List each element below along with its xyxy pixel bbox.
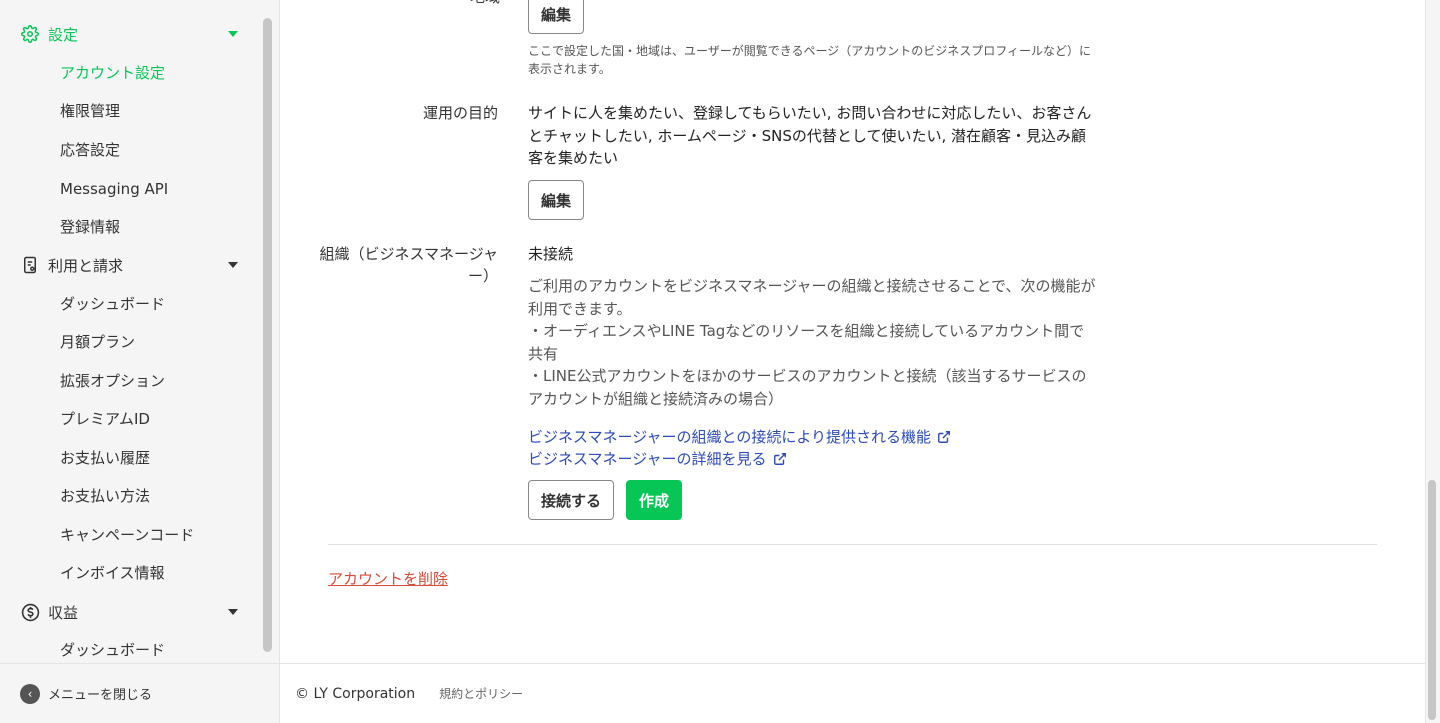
organization-desc-line: ・LINE公式アカウントをほかのサービスのアカウントと接続（該当するサービスのア… [528,367,1087,408]
sidebar-item-campaign-code[interactable]: キャンペーンコード [60,523,194,547]
sidebar-group-revenue[interactable]: 収益 [0,594,262,630]
business-manager-details-link-label: ビジネスマネージャーの詳細を見る [528,450,767,468]
external-link-icon [937,430,951,444]
terms-policy-link[interactable]: 規約とポリシー [439,685,523,702]
external-link-icon [773,452,787,466]
sidebar-item-dashboard[interactable]: ダッシュボード [60,292,165,316]
sidebar-item-invoice-info[interactable]: インボイス情報 [60,561,165,585]
sidebar-group-billing-label: 利用と請求 [48,256,124,275]
organization-desc: ご利用のアカウントをビジネスマネージャーの組織と接続させることで、次の機能が利用… [528,275,1098,410]
sidebar-item-revenue-dashboard[interactable]: ダッシュボード [60,638,165,662]
purpose-value: サイトに人を集めたい、登録してもらいたい, お問い合わせに対応したい、お客さんと… [528,104,1092,167]
organization-desc-line: ・オーディエンスやLINE Tagなどのリソースを組織と接続しているアカウント間… [528,322,1085,363]
caret-down-icon [228,262,238,268]
page-footer: © LY Corporation 規約とポリシー [280,663,1425,723]
region-note: ここで設定した国・地域は、ユーザーが閲覧できるページ（アカウントのビジネスプロフ… [528,44,1092,76]
organization-desc-line: ご利用のアカウントをビジネスマネージャーの組織と接続させることで、次の機能が利用… [528,277,1096,318]
chevron-left-icon: ‹ [20,683,40,704]
sidebar-item-permissions[interactable]: 権限管理 [60,99,120,123]
sidebar-group-settings[interactable]: 設定 [0,16,262,52]
org-features-link[interactable]: ビジネスマネージャーの組織との接続により提供される機能 [528,426,951,448]
sidebar-item-monthly-plan[interactable]: 月額プラン [60,330,135,354]
close-menu-button[interactable]: ‹ メニューを閉じる [0,663,279,723]
sidebar-group-billing[interactable]: 利用と請求 [0,247,262,283]
caret-down-icon [228,609,238,615]
sidebar-group-revenue-label: 収益 [48,603,79,622]
sidebar-item-options[interactable]: 拡張オプション [60,369,165,393]
copyright: © LY Corporation [295,685,416,702]
purpose-label: 運用の目的 [422,104,498,122]
main-content: 地域 編集 ここで設定した国・地域は、ユーザーが閲覧できるページ（アカウントのビ… [280,0,1425,663]
region-label: 地域 [300,0,500,8]
divider [328,544,1377,545]
region-edit-button[interactable]: 編集 [528,0,584,34]
connect-button[interactable]: 接続する [528,480,614,520]
sidebar-item-response-settings[interactable]: 応答設定 [60,138,120,162]
sidebar: 設定 アカウント設定 権限管理 応答設定 Messaging API 登録情報 … [0,0,280,723]
delete-account-link[interactable]: アカウントを削除 [328,568,448,590]
sidebar-item-registration-info[interactable]: 登録情報 [60,215,120,239]
purpose-edit-button[interactable]: 編集 [528,180,584,220]
create-button[interactable]: 作成 [626,480,682,520]
org-features-link-label: ビジネスマネージャーの組織との接続により提供される機能 [528,428,932,446]
main-scrollbar-thumb[interactable] [1428,480,1436,720]
dollar-icon [20,602,40,622]
caret-down-icon [228,31,238,37]
close-menu-label: メニューを閉じる [48,688,153,703]
document-icon [20,255,40,275]
organization-status: 未接続 [528,245,574,263]
gear-icon [20,24,40,44]
sidebar-scrollbar[interactable] [263,18,272,652]
sidebar-menu: 設定 アカウント設定 権限管理 応答設定 Messaging API 登録情報 … [0,0,262,663]
sidebar-item-payment-method[interactable]: お支払い方法 [60,484,150,508]
sidebar-item-messaging-api[interactable]: Messaging API [60,177,168,201]
sidebar-item-payment-history[interactable]: お支払い履歴 [60,446,150,470]
sidebar-item-account-settings[interactable]: アカウント設定 [60,61,165,85]
organization-label: 組織（ビジネスマネージャー） [319,245,498,285]
sidebar-item-premium-id[interactable]: プレミアムID [60,407,150,431]
sidebar-group-settings-label: 設定 [48,25,79,44]
business-manager-details-link[interactable]: ビジネスマネージャーの詳細を見る [528,448,787,470]
